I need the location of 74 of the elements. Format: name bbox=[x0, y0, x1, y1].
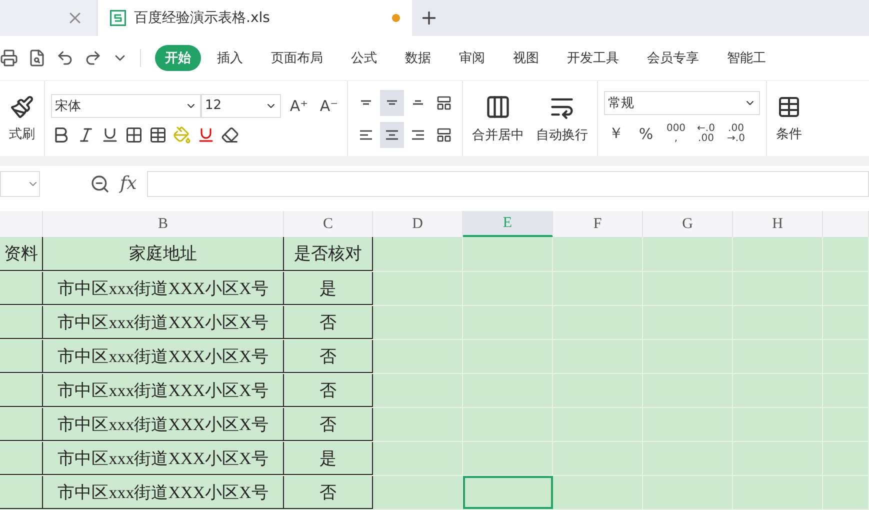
align-middle-icon bbox=[387, 100, 397, 105]
formula-field[interactable] bbox=[146, 170, 869, 196]
align-center-icon bbox=[386, 130, 398, 140]
table-cell: 市中区xxx街道XXX小区X号 bbox=[43, 408, 284, 441]
menu-tab[interactable]: 公式 bbox=[341, 45, 387, 71]
align-button[interactable] bbox=[380, 90, 404, 116]
table-cell: 市中区xxx街道XXX小区X号 bbox=[43, 374, 284, 407]
borders-icon[interactable] bbox=[125, 126, 143, 144]
increase-font-button[interactable]: A⁺ bbox=[287, 92, 311, 118]
menu-tab[interactable]: 审阅 bbox=[449, 45, 495, 71]
table-cell: 市中区xxx街道XXX小区X号 bbox=[43, 476, 284, 509]
table-cell: 否 bbox=[284, 408, 373, 441]
print-icon[interactable] bbox=[0, 49, 18, 67]
table-cell bbox=[0, 442, 43, 475]
merge-cells-icon bbox=[485, 94, 511, 120]
align-right-icon bbox=[412, 130, 424, 140]
table-cell: 是 bbox=[284, 442, 373, 475]
font-size-select[interactable]: 12 bbox=[201, 94, 281, 118]
menu-tab[interactable]: 开发工具 bbox=[557, 45, 629, 71]
table-cell: 市中区xxx街道XXX小区X号 bbox=[43, 442, 284, 475]
table-cell: 否 bbox=[284, 374, 373, 407]
align-button[interactable] bbox=[380, 122, 404, 148]
table-header-cell: 是否核对 bbox=[284, 237, 373, 271]
conditional-format-button[interactable]: 条件 bbox=[773, 94, 805, 142]
fx-label[interactable]: fx bbox=[120, 173, 137, 194]
menu-tab[interactable]: 会员专享 bbox=[637, 45, 709, 71]
menu-tab[interactable]: 页面布局 bbox=[261, 45, 333, 71]
font-select[interactable]: 宋体 bbox=[51, 94, 201, 118]
menu-tab[interactable]: 智能工 bbox=[717, 45, 776, 71]
table-cell bbox=[0, 476, 43, 509]
tab-title: 百度经验演示表格.xls bbox=[134, 9, 270, 27]
clear-icon[interactable] bbox=[221, 126, 239, 144]
table-icon bbox=[777, 94, 801, 118]
table-cell: 市中区xxx街道XXX小区X号 bbox=[43, 272, 284, 305]
redo-icon[interactable] bbox=[84, 49, 102, 67]
table-cell: 是 bbox=[284, 272, 373, 305]
number-format-button[interactable]: 000 , bbox=[664, 120, 688, 146]
spreadsheet-icon bbox=[110, 10, 126, 26]
table-cell bbox=[0, 408, 43, 441]
align-top-icon bbox=[361, 100, 371, 105]
format-painter-button[interactable]: 式刷 bbox=[6, 94, 38, 142]
table-cell bbox=[0, 340, 43, 373]
table-cell: 否 bbox=[284, 306, 373, 339]
italic-icon[interactable] bbox=[77, 126, 95, 144]
table-cell bbox=[0, 306, 43, 339]
table-cell: 否 bbox=[284, 340, 373, 373]
number-format-button[interactable]: .00 →.0 bbox=[724, 120, 748, 146]
table-header-cell: 资料 bbox=[0, 237, 43, 271]
undo-icon[interactable] bbox=[56, 49, 74, 67]
table-cell bbox=[0, 374, 43, 407]
number-format-button[interactable]: ←.0 .00 bbox=[694, 120, 718, 146]
menu-tab[interactable]: 数据 bbox=[395, 45, 441, 71]
menu-tab[interactable]: 视图 bbox=[503, 45, 549, 71]
wrap-text-button[interactable]: 自动换行 bbox=[533, 94, 591, 144]
fill-color-icon[interactable] bbox=[173, 126, 191, 144]
align-bottom-icon bbox=[413, 100, 423, 105]
table-header-cell: 家庭地址 bbox=[43, 237, 284, 271]
percent-button[interactable]: % bbox=[634, 120, 658, 146]
underline-icon[interactable] bbox=[101, 126, 119, 144]
paintbrush-icon bbox=[10, 94, 34, 118]
sheet-cell[interactable] bbox=[463, 476, 553, 509]
merge-center-button[interactable]: 合并居中 bbox=[469, 94, 527, 144]
table-cell: 否 bbox=[284, 476, 373, 509]
decrease-font-button[interactable]: A⁻ bbox=[317, 92, 341, 118]
document-tab[interactable]: 百度经验演示表格.xls bbox=[98, 0, 412, 36]
currency-button[interactable]: ￥ bbox=[604, 120, 628, 146]
zoom-out-icon[interactable] bbox=[90, 174, 110, 194]
menu-tab[interactable]: 插入 bbox=[207, 45, 253, 71]
table-cell: 市中区xxx街道XXX小区X号 bbox=[43, 340, 284, 373]
table-cell: 市中区xxx街道XXX小区X号 bbox=[43, 306, 284, 339]
align-left-icon bbox=[360, 130, 372, 140]
table-cell bbox=[0, 272, 43, 305]
print-preview-icon[interactable] bbox=[28, 49, 46, 67]
number-format-select[interactable]: 常规 bbox=[604, 90, 760, 114]
